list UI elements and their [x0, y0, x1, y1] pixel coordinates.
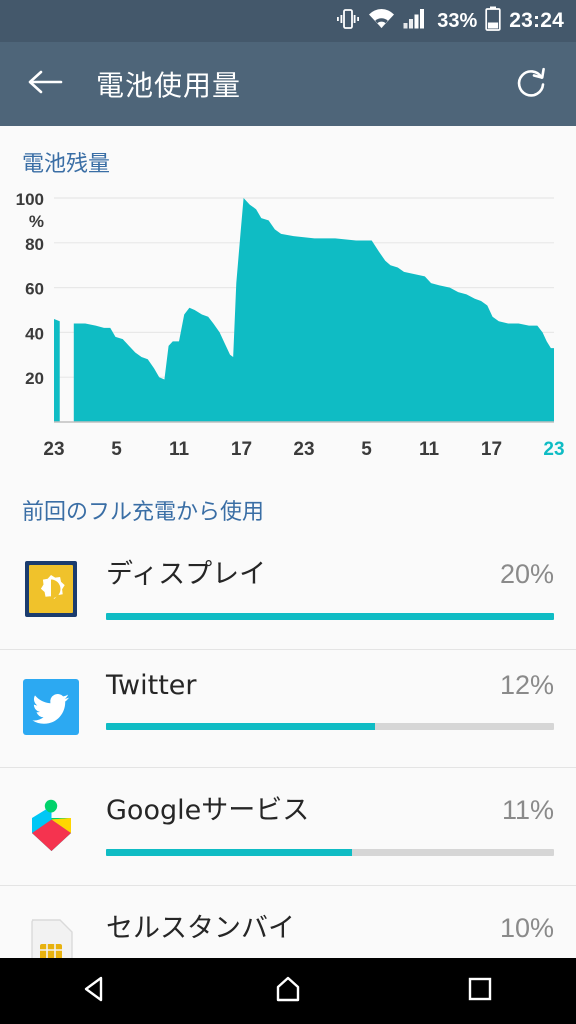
- battery-level-chart: 100 80 60 40 20% 23 5 11 17 23 5 11 17 23: [0, 184, 576, 474]
- app-usage-row-body: ディスプレイ 20%: [106, 548, 554, 620]
- battery-percent-text: 33%: [437, 9, 478, 32]
- status-bar: 33% 23:24: [0, 0, 576, 42]
- app-usage-row[interactable]: Twitter 12%: [0, 650, 576, 768]
- back-arrow-icon: [27, 68, 63, 101]
- chart-section-header: 電池残量: [22, 152, 111, 177]
- x-axis-tick-label: 23: [43, 439, 64, 460]
- wifi-icon: [368, 8, 395, 34]
- app-usage-progress-fill: [106, 849, 353, 856]
- app-percent-label: 12%: [499, 670, 554, 700]
- usage-section-header: 前回のフル充電から使用: [22, 500, 265, 525]
- nav-recents-button[interactable]: [438, 958, 522, 1024]
- vibrate-icon: [336, 8, 360, 35]
- y-axis-tick-label: 80: [25, 235, 44, 254]
- x-axis-tick-label: 17: [231, 439, 252, 460]
- battery-icon: [485, 6, 501, 36]
- nav-home-button[interactable]: [246, 958, 330, 1024]
- twitter-icon: [22, 678, 80, 736]
- x-axis-tick-label: 5: [111, 439, 122, 460]
- nav-back-triangle-icon: [81, 974, 111, 1009]
- app-usage-row-body: Twitter 12%: [106, 666, 554, 730]
- x-axis-tick-label: 23: [543, 439, 564, 460]
- app-usage-progress-track: [106, 849, 554, 856]
- app-usage-row-header: ディスプレイ 20%: [106, 552, 554, 591]
- y-axis-tick-label: 20: [25, 369, 44, 388]
- app-usage-progress-track: [106, 723, 554, 730]
- app-usage-progress-fill: [106, 723, 375, 730]
- back-button[interactable]: [22, 61, 68, 107]
- app-name-label: セルスタンバイ: [106, 913, 295, 944]
- app-name-label: Googleサービス: [106, 795, 310, 826]
- nav-back-button[interactable]: [54, 958, 138, 1024]
- x-axis-tick-label: 23: [293, 439, 314, 460]
- nav-recents-square-icon: [466, 975, 494, 1008]
- battery-area-segment: [73, 198, 554, 422]
- battery-level-chart-svg: 100 80 60 40 20% 23 5 11 17 23 5 11 17 23: [16, 190, 565, 460]
- app-usage-row-body: Googleサービス 11%: [106, 784, 554, 856]
- y-axis-tick-label: 60: [25, 280, 44, 299]
- app-usage-row[interactable]: ディスプレイ 20%: [0, 532, 576, 650]
- page-title: 電池使用量: [96, 69, 242, 102]
- display-brightness-icon: [22, 560, 80, 618]
- x-axis-tick-label: 11: [169, 439, 190, 460]
- content-scroll-area[interactable]: 電池残量 100 80 60 40 20% 23 5 11 17 23 5 11 17 23 前回のフル充…: [0, 126, 576, 1024]
- x-axis-tick-label: 11: [419, 439, 440, 460]
- google-play-services-icon: [22, 796, 80, 854]
- y-axis-unit-label: %: [29, 212, 44, 231]
- nav-home-icon: [273, 974, 303, 1009]
- clock-text: 23:24: [509, 9, 564, 32]
- app-bar: 電池使用量: [0, 42, 576, 126]
- x-axis-tick-label: 5: [361, 439, 372, 460]
- app-usage-row-header: Twitter 12%: [106, 670, 554, 701]
- app-usage-row-header: Googleサービス 11%: [106, 788, 554, 827]
- app-percent-label: 11%: [501, 795, 554, 825]
- app-usage-list: ディスプレイ 20% Twitter 12% Googleサービス 11% セル…: [0, 532, 576, 1004]
- app-name-label: Twitter: [106, 670, 197, 701]
- battery-area-segment: [54, 318, 60, 422]
- app-usage-progress-track: [106, 613, 554, 620]
- x-axis-tick-label: 17: [481, 439, 502, 460]
- app-usage-row[interactable]: Googleサービス 11%: [0, 768, 576, 886]
- app-usage-progress-fill: [106, 613, 554, 620]
- signal-icon: [403, 8, 429, 34]
- refresh-button[interactable]: [508, 61, 554, 107]
- system-navigation-bar: [0, 958, 576, 1024]
- app-usage-row-header: セルスタンバイ 10%: [106, 906, 554, 945]
- app-percent-label: 10%: [499, 913, 554, 943]
- app-name-label: ディスプレイ: [106, 559, 267, 590]
- app-percent-label: 20%: [499, 559, 554, 589]
- refresh-icon: [514, 65, 548, 104]
- y-axis-tick-label: 100: [16, 190, 44, 209]
- y-axis-tick-label: 40: [25, 324, 44, 343]
